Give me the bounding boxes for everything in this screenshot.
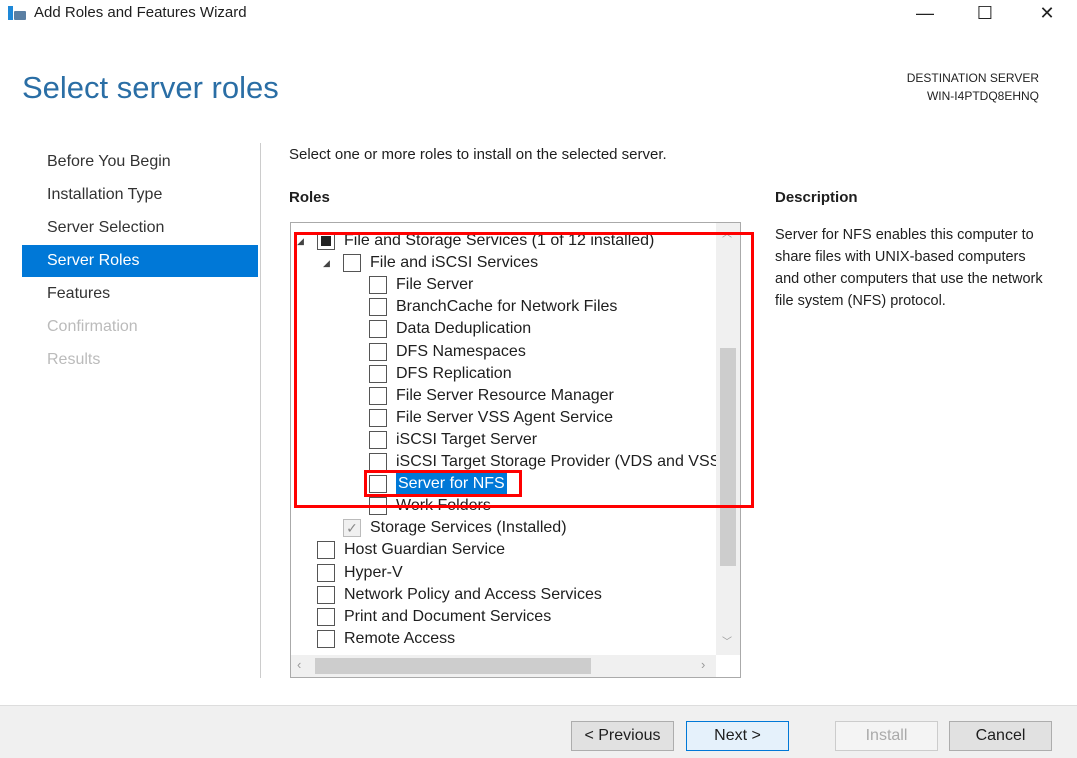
role-label[interactable]: Hyper-V xyxy=(344,562,403,584)
description-text: Server for NFS enables this computer to … xyxy=(775,227,1043,309)
role-checkbox[interactable]: ✓ xyxy=(343,519,361,538)
page-title: Select server roles xyxy=(22,70,279,105)
role-checkbox[interactable] xyxy=(317,563,335,582)
description-label: Description xyxy=(775,189,858,206)
role-item[interactable]: Remote Access xyxy=(297,628,455,650)
nav-item-server-roles[interactable]: Server Roles xyxy=(22,245,258,277)
scroll-right-icon[interactable]: › xyxy=(701,657,705,672)
annotation-box-large xyxy=(294,232,754,508)
app-icon xyxy=(8,6,26,21)
divider xyxy=(260,143,261,678)
role-label[interactable]: Storage Services (Installed) xyxy=(370,517,567,539)
horizontal-scroll-thumb[interactable] xyxy=(315,658,591,674)
role-checkbox[interactable] xyxy=(317,607,335,626)
horizontal-scrollbar[interactable]: ‹ › xyxy=(291,655,716,677)
nav-item-confirmation: Confirmation xyxy=(47,318,138,335)
nav-item-results: Results xyxy=(47,351,101,368)
role-label[interactable]: Host Guardian Service xyxy=(344,539,505,561)
role-label[interactable]: Remote Access xyxy=(344,628,455,650)
role-item[interactable]: Hyper-V xyxy=(297,562,403,584)
role-checkbox[interactable] xyxy=(317,585,335,604)
role-item[interactable]: Network Policy and Access Services xyxy=(297,584,602,606)
nav-item-installation-type[interactable]: Installation Type xyxy=(22,179,258,211)
role-item[interactable]: Host Guardian Service xyxy=(297,539,505,561)
role-checkbox[interactable] xyxy=(317,541,335,560)
maximize-button[interactable]: ☐ xyxy=(962,0,1008,26)
nav-item-server-selection[interactable]: Server Selection xyxy=(22,212,258,244)
destination-server: WIN-I4PTDQ8EHNQ xyxy=(926,89,1039,103)
role-label[interactable]: Network Policy and Access Services xyxy=(344,584,602,606)
roles-label: Roles xyxy=(289,189,330,206)
role-checkbox[interactable] xyxy=(317,629,335,648)
window-title: Add Roles and Features Wizard xyxy=(34,4,247,21)
next-button[interactable]: Next > xyxy=(686,721,789,751)
close-button[interactable]: ✕ xyxy=(1024,0,1070,26)
previous-button[interactable]: < Previous xyxy=(571,721,674,751)
nav-item-features[interactable]: Features xyxy=(22,278,258,310)
scroll-down-icon[interactable]: ﹀ xyxy=(722,633,732,648)
scroll-left-icon[interactable]: ‹ xyxy=(297,657,301,672)
role-item[interactable]: ✓ Storage Services (Installed) xyxy=(323,517,567,539)
install-button: Install xyxy=(835,721,938,751)
annotation-box-nfs xyxy=(364,470,522,497)
minimize-button[interactable]: — xyxy=(902,0,948,26)
nav-item-before-you-begin[interactable]: Before You Begin xyxy=(22,146,258,178)
role-item[interactable]: Print and Document Services xyxy=(297,606,551,628)
cancel-button[interactable]: Cancel xyxy=(949,721,1052,751)
instruction-text: Select one or more roles to install on t… xyxy=(289,146,667,163)
destination-label: DESTINATION SERVER xyxy=(906,71,1039,85)
role-label[interactable]: Print and Document Services xyxy=(344,606,551,628)
